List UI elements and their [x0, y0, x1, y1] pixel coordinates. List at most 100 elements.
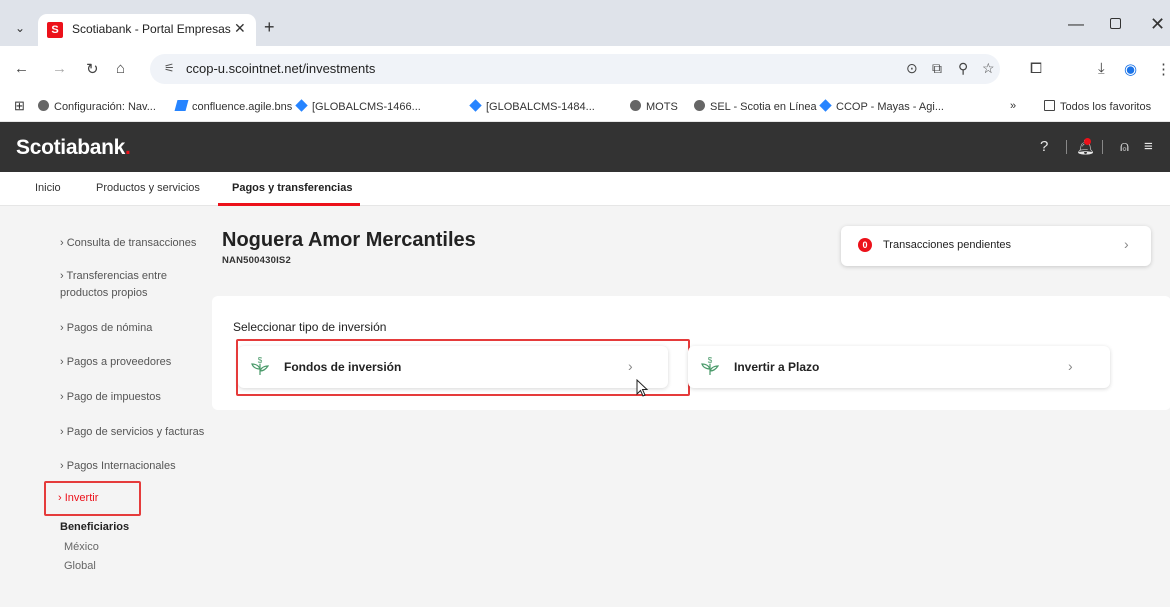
nav-item-productos[interactable]: Productos y servicios [96, 182, 200, 194]
fondos-highlight-box [236, 339, 690, 396]
bookmark-star-icon[interactable]: ☆ [982, 60, 995, 77]
address-bar[interactable]: ⚟ ccop-u.scointnet.net/investments ⊙ ⧉ ⚲… [150, 54, 1000, 84]
all-bookmarks-label: Todos los favoritos [1060, 101, 1152, 113]
diamond-icon [295, 99, 308, 112]
bookmark-item[interactable]: [GLOBALCMS-1466... [295, 99, 421, 113]
nav-item-pagos[interactable]: Pagos y transferencias [232, 182, 352, 194]
home-icon[interactable]: ⌂ [116, 60, 125, 77]
scotiabank-favicon-icon: S [47, 22, 63, 38]
pending-transactions-label: Transacciones pendientes [883, 239, 1012, 251]
sidebar-item-impuestos[interactable]: › Pago de impuestos [60, 389, 161, 406]
header-divider [1066, 140, 1067, 154]
url-text[interactable]: ccop-u.scointnet.net/investments [186, 61, 375, 76]
help-icon[interactable]: ? [1040, 138, 1048, 155]
globe-icon [694, 100, 705, 111]
folder-icon [1044, 100, 1055, 111]
bookmark-label: SEL - Scotia en Línea [710, 101, 817, 113]
bookmarks-bar: ⊞ Configuración: Nav... confluence.agile… [0, 92, 1170, 122]
scotiabank-logo[interactable]: Scotiabank. [16, 136, 131, 160]
company-name: Noguera Amor Mercantiles [222, 229, 476, 251]
sidebar-item-servicios[interactable]: › Pago de servicios y facturas [60, 424, 204, 441]
bookmark-item[interactable]: confluence.agile.bns [174, 100, 293, 113]
profile-icon[interactable]: ◉ [1124, 60, 1137, 78]
sidebar-item-mexico[interactable]: México [64, 541, 99, 553]
sidebar-item-invertir[interactable]: › Invertir [58, 492, 98, 504]
sidebar-item-internacionales[interactable]: › Pagos Internacionales [60, 458, 176, 475]
sidebar-item-label: Transferencias entre [66, 270, 168, 282]
gear-icon [38, 100, 49, 111]
nav-active-indicator [218, 203, 360, 206]
sidebar-item-label: Pago de servicios y facturas [66, 426, 205, 438]
bookmarks-overflow-button[interactable]: » [1010, 100, 1016, 112]
bookmark-label: Configuración: Nav... [54, 101, 156, 113]
window-minimize-icon[interactable]: — [1068, 16, 1084, 34]
chevron-right-icon: › [1124, 236, 1129, 252]
bookmark-label: CCOP - Mayas - Agi... [836, 101, 944, 113]
notification-badge [1084, 138, 1091, 145]
extensions-icon[interactable]: ⧠ [1030, 60, 1042, 77]
user-account-icon[interactable]: ⍝ [1120, 138, 1129, 155]
sidebar-item-label: productos propios [60, 287, 148, 299]
new-tab-plus-icon[interactable]: + [264, 17, 275, 38]
bookmark-item[interactable]: Configuración: Nav... [38, 100, 156, 113]
globe-icon [630, 100, 641, 111]
brand-name: Scotiabank [16, 136, 126, 159]
browser-toolbar: ← → ↻ ⌂ ⚟ ccop-u.scointnet.net/investmen… [0, 46, 1170, 92]
confluence-icon [174, 100, 189, 111]
zoom-icon[interactable]: ⚲ [958, 60, 968, 77]
bookmark-item[interactable]: CCOP - Mayas - Agi... [819, 99, 944, 113]
sidebar-item-proveedores[interactable]: › Pagos a proveedores [60, 354, 171, 371]
beneficiarios-heading[interactable]: Beneficiarios [60, 521, 129, 533]
chevron-right-icon: › [1068, 358, 1073, 374]
option-label: Invertir a Plazo [734, 360, 820, 374]
diamond-icon [819, 99, 832, 112]
mouse-cursor-icon [636, 379, 649, 397]
tab-close-icon[interactable]: ✕ [234, 20, 246, 37]
investment-type-title: Seleccionar tipo de inversión [233, 320, 387, 334]
sidebar-item-label: Pagos a proveedores [66, 356, 172, 368]
bookmark-item[interactable]: MOTS [630, 100, 678, 113]
money-plant-icon: $ [701, 356, 720, 375]
location-pin-icon[interactable]: ⊙ [906, 60, 918, 77]
tab-search-chevron-icon[interactable]: ⌄ [10, 18, 30, 38]
company-id: NAN500430IS2 [222, 255, 291, 266]
diamond-icon [469, 99, 482, 112]
svg-text:$: $ [708, 356, 713, 365]
app-header: Scotiabank. ? 🔔︎ ⍝ ≡ [0, 122, 1170, 172]
brand-dot: . [125, 136, 131, 159]
sidebar-item-label: Pagos de nómina [66, 322, 153, 334]
invertir-a-plazo-option[interactable]: $ Invertir a Plazo › [688, 346, 1110, 388]
nav-item-inicio[interactable]: Inicio [35, 182, 61, 194]
bookmark-label: confluence.agile.bns [192, 101, 293, 113]
bookmark-label: MOTS [646, 101, 678, 113]
sidebar-item-consulta[interactable]: › Consulta de transacciones [60, 235, 196, 252]
window-close-icon[interactable]: ✕ [1150, 14, 1165, 35]
bookmark-item[interactable]: SEL - Scotia en Línea [694, 100, 817, 113]
tab-title: Scotiabank - Portal Empresas [72, 22, 231, 36]
window-restore-icon[interactable] [1110, 18, 1121, 29]
sidebar-item-nomina[interactable]: › Pagos de nómina [60, 320, 152, 337]
bookmark-label: [GLOBALCMS-1484... [486, 101, 595, 113]
sidebar-item-label: Consulta de transacciones [66, 237, 197, 249]
site-info-icon[interactable]: ⚟ [164, 61, 175, 75]
hamburger-menu-icon[interactable]: ≡ [1144, 138, 1153, 155]
apps-grid-icon[interactable]: ⊞ [14, 98, 25, 114]
sidebar-item-label: Pago de impuestos [66, 391, 161, 403]
back-arrow-icon[interactable]: ← [14, 60, 29, 77]
header-divider [1102, 140, 1103, 154]
main-navigation: Inicio Productos y servicios Pagos y tra… [0, 172, 1170, 206]
sidebar-item-label: Pagos Internacionales [66, 460, 176, 472]
download-icon[interactable]: ⤓ [1098, 60, 1105, 77]
browser-tabstrip: ⌄ S Scotiabank - Portal Empresas ✕ + — ✕ [0, 0, 1170, 46]
forward-arrow-icon[interactable]: → [52, 60, 67, 77]
sidebar-item-transferencias[interactable]: › Transferencias entre productos propios [60, 268, 167, 302]
pending-transactions-button[interactable]: 0 Transacciones pendientes › [841, 226, 1151, 266]
bookmark-item[interactable]: [GLOBALCMS-1484... [469, 99, 595, 113]
translate-icon[interactable]: ⧉ [932, 60, 942, 77]
sidebar-item-label: Invertir [64, 492, 99, 504]
browser-menu-icon[interactable]: ⋮ [1156, 60, 1170, 78]
browser-tab-active[interactable]: S Scotiabank - Portal Empresas ✕ [38, 14, 256, 46]
reload-icon[interactable]: ↻ [86, 60, 99, 78]
sidebar-item-global[interactable]: Global [64, 560, 96, 572]
all-bookmarks-button[interactable]: Todos los favoritos [1044, 100, 1151, 113]
